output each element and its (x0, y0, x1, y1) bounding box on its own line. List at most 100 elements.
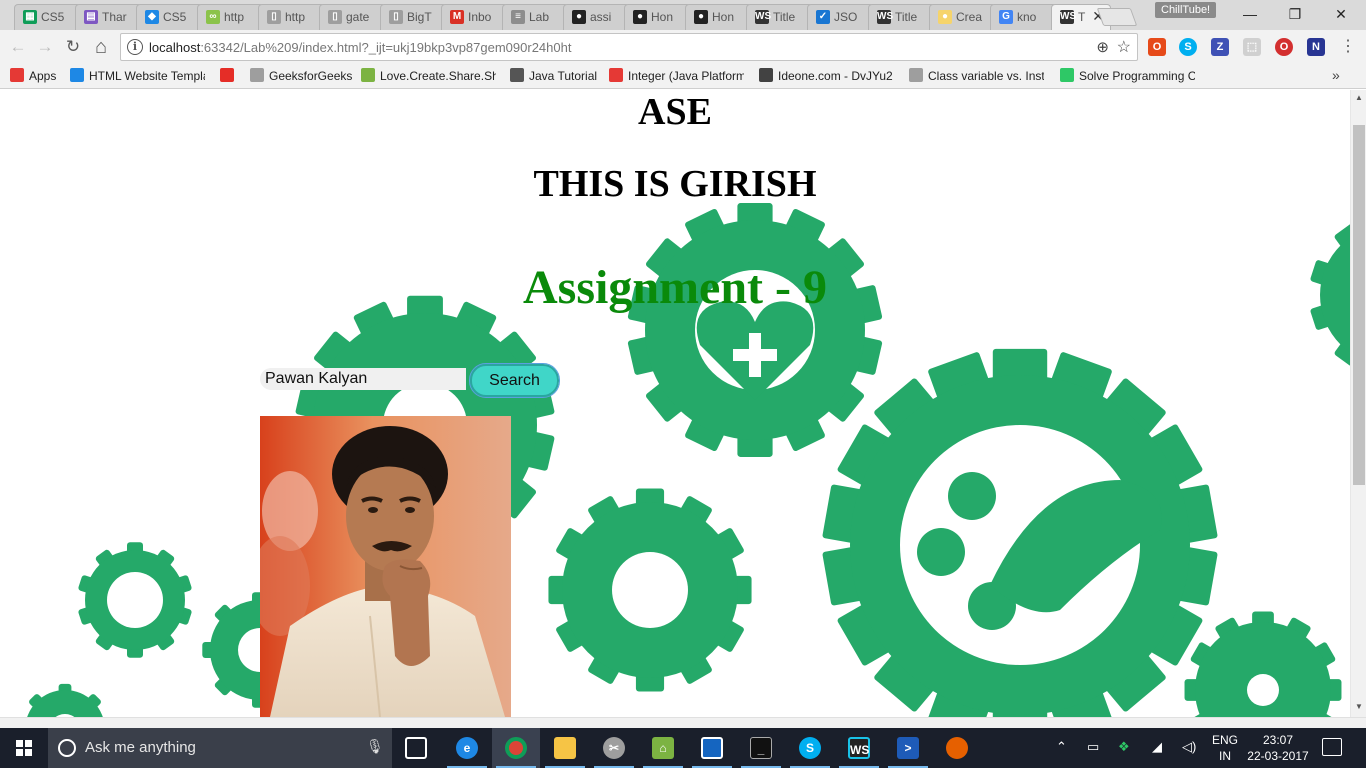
chrome-icon (505, 737, 527, 759)
firefox-icon (946, 737, 968, 759)
taskbar-webstorm[interactable]: WS (835, 728, 883, 768)
url-text[interactable]: localhost:63342/Lab%209/index.html?_ijt=… (149, 40, 571, 55)
tab-favicon-icon: ● (938, 10, 952, 24)
bookmark-favicon-icon (609, 68, 623, 82)
bookmark-star-icon[interactable]: ☆ (1117, 37, 1131, 57)
gear-icon (548, 488, 752, 692)
bookmark-label: GeeksforGeeks (269, 69, 353, 83)
chrome-menu-icon[interactable]: ⋮ (1340, 37, 1356, 57)
url-path: :63342/Lab%209/index.html?_ijt=ukj19bkp3… (200, 40, 572, 55)
bookmark-item[interactable]: HTML Website Templa (70, 67, 205, 85)
browser-tab[interactable]: ● Hon (624, 4, 691, 30)
profile-badge[interactable]: ChillTube! (1155, 2, 1217, 18)
tab-favicon-icon: ▯ (328, 10, 342, 24)
browser-tab[interactable]: ● Hon (685, 4, 752, 30)
taskbar-onenote[interactable] (688, 728, 736, 768)
back-icon[interactable]: ← (6, 35, 30, 59)
home-icon[interactable]: ⌂ (89, 35, 113, 59)
tab-favicon-icon: M (450, 10, 464, 24)
webstorm-icon: WS (848, 737, 870, 759)
tab-favicon-icon: WS (755, 10, 772, 24)
bookmark-item[interactable]: Love.Create.Share.Sho (361, 67, 496, 85)
gear-icon (1184, 611, 1342, 717)
taskbar-skype[interactable]: S (786, 728, 834, 768)
start-button[interactable] (0, 728, 48, 768)
browser-tab[interactable]: ▯ http (258, 4, 325, 30)
browser-tab[interactable]: ● Crea (929, 4, 996, 30)
zoom-icon[interactable]: ⊕ (1096, 38, 1109, 56)
taskbar-snipping-tool[interactable]: ✂ (590, 728, 638, 768)
browser-tab[interactable]: ◆ CS5 (136, 4, 203, 30)
film-gear-icon (822, 348, 1218, 717)
tray-chevron-icon[interactable]: ⌃ (1056, 739, 1067, 755)
tab-favicon-icon: ≡ (511, 10, 525, 24)
browser-tab[interactable]: WS Title (868, 4, 935, 30)
search-input[interactable] (260, 368, 466, 390)
scrollbar-thumb[interactable] (1353, 125, 1365, 485)
site-info-icon[interactable]: i (127, 39, 143, 55)
search-button[interactable]: Search (469, 363, 560, 398)
bookmark-item[interactable]: Java Tutorial (510, 67, 597, 85)
browser-tab[interactable]: ≡ Lab (502, 4, 569, 30)
taskbar-edge[interactable]: e (443, 728, 491, 768)
zotero-extension-icon[interactable]: Z (1211, 38, 1229, 56)
film-hole-icon (948, 472, 996, 520)
action-center-icon[interactable] (1322, 738, 1342, 756)
taskbar-command-prompt[interactable]: _ (737, 728, 785, 768)
opera-extension-icon[interactable]: O (1275, 38, 1293, 56)
tab-title: BigT (407, 10, 432, 24)
pdf-extension-icon[interactable]: ⬚ (1243, 38, 1261, 56)
taskbar-file-explorer[interactable] (541, 728, 589, 768)
tray-volume-icon[interactable]: ◁) (1182, 739, 1196, 755)
browser-tab[interactable]: ▯ gate (319, 4, 386, 30)
bookmark-item[interactable]: Solve Programming C (1060, 67, 1195, 85)
browser-tab[interactable]: ✓ JSO (807, 4, 874, 30)
bookmarks-overflow-icon[interactable]: » (1332, 67, 1340, 83)
close-window-icon[interactable]: ✕ (1318, 0, 1364, 28)
browser-tab[interactable]: ∞ http (197, 4, 264, 30)
skype-extension-icon[interactable]: S (1179, 38, 1197, 56)
bookmark-item[interactable]: Integer (Java Platform (609, 67, 744, 85)
scroll-up-icon[interactable]: ▲ (1355, 93, 1363, 102)
onenote-extension-icon[interactable]: N (1307, 38, 1325, 56)
browser-tab[interactable]: ▤ Thar (75, 4, 142, 30)
browser-tab[interactable]: ● assi (563, 4, 630, 30)
bookmark-item[interactable]: Class variable vs. Insta (909, 67, 1044, 85)
taskbar-firefox[interactable] (933, 728, 981, 768)
forward-icon[interactable]: → (33, 35, 57, 59)
tray-dropbox-icon[interactable]: ❖ (1118, 739, 1130, 755)
tab-title: T (1078, 10, 1086, 24)
house-app-icon: ⌂ (652, 737, 674, 759)
microphone-icon[interactable]: 🎙 (366, 738, 384, 755)
language-indicator[interactable]: ENG IN (1210, 732, 1240, 764)
tab-favicon-icon: ▦ (23, 10, 37, 24)
reload-icon[interactable]: ↻ (61, 35, 85, 59)
browser-tab[interactable]: ▦ CS5 (14, 4, 81, 30)
maximize-icon[interactable]: ❐ (1272, 0, 1318, 28)
tab-title: Thar (102, 10, 127, 24)
browser-tab[interactable]: Gkno (990, 4, 1057, 30)
new-tab-button[interactable] (1096, 8, 1138, 26)
scroll-down-icon[interactable]: ▼ (1355, 702, 1363, 711)
address-bar[interactable]: i localhost:63342/Lab%209/index.html?_ij… (120, 33, 1138, 61)
task-view-button[interactable] (392, 728, 440, 768)
browser-tab[interactable]: ▯ BigT (380, 4, 447, 30)
bookmark-label: Java Tutorial (529, 69, 598, 83)
taskbar-android-studio[interactable]: ⌂ (639, 728, 687, 768)
office-extension-icon[interactable]: O (1148, 38, 1166, 56)
cortana-search-box[interactable]: Ask me anything 🎙 (48, 728, 392, 768)
browser-tab[interactable]: M Inbo (441, 4, 508, 30)
bookmark-item[interactable]: GeeksforGeeks (250, 67, 352, 85)
bookmark-item[interactable]: Ideone.com - DvJYu2 (759, 67, 893, 85)
browser-tab[interactable]: WS Title (746, 4, 813, 30)
gear-icon (27, 683, 103, 717)
tray-battery-icon[interactable]: ▭ (1087, 739, 1099, 755)
bookmark-item[interactable] (220, 67, 239, 85)
taskbar-powershell[interactable]: > (884, 728, 932, 768)
taskbar-chrome[interactable] (492, 728, 540, 768)
bookmark-item[interactable]: Apps (10, 67, 56, 85)
tray-wifi-icon[interactable]: ◢ (1152, 739, 1162, 755)
clock[interactable]: 23:07 22-03-2017 (1246, 732, 1310, 764)
minimize-icon[interactable]: — (1227, 0, 1273, 28)
vertical-scrollbar[interactable]: ▲ ▼ (1350, 90, 1366, 717)
